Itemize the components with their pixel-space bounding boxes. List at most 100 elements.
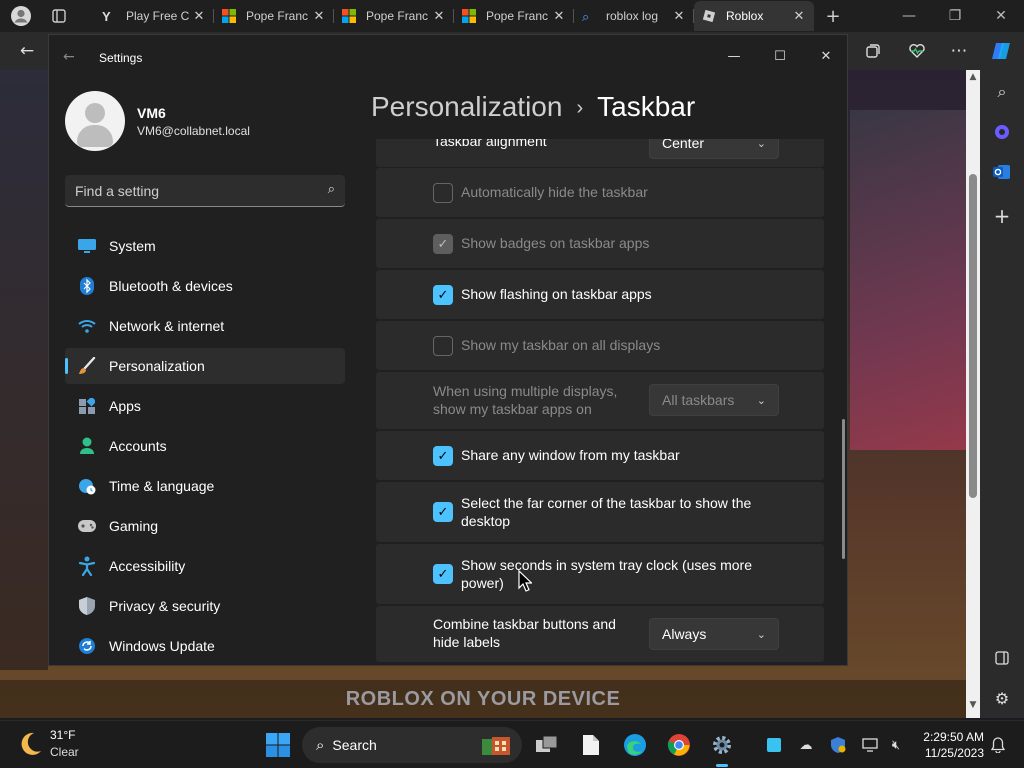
scroll-up-icon[interactable]: ▲ (966, 72, 980, 82)
nav-item-time-language[interactable]: Time & language (65, 468, 345, 504)
back-icon[interactable]: ← (12, 36, 42, 66)
nav-item-privacy[interactable]: Privacy & security (65, 588, 345, 624)
all-displays-checkbox[interactable] (433, 336, 453, 356)
browser-tab[interactable]: Pope Franc ✕ (454, 1, 574, 31)
outlook-icon[interactable] (988, 158, 1016, 186)
page-scrollbar-thumb[interactable] (969, 174, 977, 498)
settings-search[interactable]: ⌕ (65, 175, 345, 207)
back-arrow-icon[interactable]: ← (63, 49, 75, 65)
combine-dropdown[interactable]: Always ⌄ (649, 618, 779, 650)
search-highlight-icon (478, 733, 514, 760)
share-window-checkbox[interactable]: ✓ (433, 446, 453, 466)
search-icon[interactable]: ⌕ (328, 182, 335, 197)
close-tab-icon[interactable]: ✕ (432, 8, 446, 24)
copilot-sidebar-icon[interactable] (988, 118, 1016, 146)
browser-maximize-icon[interactable]: ❐ (932, 0, 978, 32)
search-input[interactable] (75, 175, 305, 206)
y-icon: Y (102, 9, 111, 24)
mouse-cursor-icon (518, 570, 532, 592)
sidebar-toggle-icon[interactable] (988, 644, 1016, 672)
nav-item-bluetooth[interactable]: Bluetooth & devices (65, 268, 345, 304)
page-artwork (850, 110, 966, 450)
collections-icon[interactable] (858, 36, 888, 66)
breadcrumb-parent[interactable]: Personalization (371, 91, 562, 122)
badges-checkbox[interactable]: ✓ (433, 234, 453, 254)
browser-tab[interactable]: Pope Franc ✕ (334, 1, 454, 31)
nav-item-accessibility[interactable]: Accessibility (65, 548, 345, 584)
flashing-checkbox[interactable]: ✓ (433, 285, 453, 305)
taskbar-search[interactable]: ⌕ Search (302, 727, 522, 763)
weather-desc: Clear (50, 745, 79, 759)
browser-tab-active[interactable]: Roblox ✕ (694, 1, 814, 31)
setting-label: When using multiple displays, show my tas… (433, 383, 618, 417)
gear-icon[interactable]: ⚙ (988, 684, 1016, 712)
defender-icon[interactable] (828, 735, 848, 755)
user-profile[interactable]: VM6 VM6@collabnet.local (65, 91, 365, 153)
edge-icon[interactable] (619, 729, 651, 761)
gamepad-icon (77, 516, 97, 536)
settings-taskbar-icon[interactable] (706, 729, 738, 767)
file-icon[interactable] (575, 729, 607, 761)
browser-tab[interactable]: ⌕ roblox log ✕ (574, 1, 694, 31)
close-tab-icon[interactable]: ✕ (552, 8, 566, 24)
display-icon[interactable] (860, 735, 880, 755)
tab-title: Pope Franc (246, 9, 309, 23)
more-icon[interactable]: ⋯ (944, 36, 974, 66)
setting-label: Show my taskbar on all displays (461, 337, 661, 353)
close-icon[interactable]: ✕ (803, 41, 849, 71)
close-tab-icon[interactable]: ✕ (672, 8, 686, 24)
accessibility-icon (77, 556, 97, 576)
browser-tab[interactable]: Pope Franc ✕ (214, 1, 334, 31)
tab-title: Roblox (726, 9, 764, 23)
page-footer-text: ROBLOX ON YOUR DEVICE (345, 687, 621, 710)
system-clock[interactable]: 2:29:50 AM 11/25/2023 (912, 729, 984, 761)
close-tab-icon[interactable]: ✕ (312, 8, 326, 24)
chrome-icon[interactable] (663, 729, 695, 761)
close-tab-icon[interactable]: ✕ (792, 8, 806, 24)
nav-item-windows-update[interactable]: Windows Update (65, 628, 345, 664)
close-tab-icon[interactable]: ✕ (192, 8, 206, 24)
avatar (65, 91, 125, 151)
nav-item-accounts[interactable]: Accounts (65, 428, 345, 464)
nav-item-personalization[interactable]: Personalization (65, 348, 345, 384)
notification-bell-icon[interactable] (988, 735, 1008, 755)
setting-label: Select the far corner of the taskbar to … (461, 495, 752, 529)
nav-item-network[interactable]: Network & internet (65, 308, 345, 344)
bluetooth-icon (77, 276, 97, 296)
alignment-dropdown[interactable]: Center ⌄ (649, 139, 779, 159)
auto-hide-checkbox[interactable] (433, 183, 453, 203)
settings-window: ← Settings — ☐ ✕ VM6 VM6@collabnet.local… (48, 34, 848, 666)
nav-item-apps[interactable]: Apps (65, 388, 345, 424)
minimize-icon[interactable]: — (711, 41, 757, 71)
browser-minimize-icon[interactable]: — (886, 0, 932, 32)
tab-actions-icon[interactable] (44, 1, 74, 31)
setting-label: Combine taskbar buttons and hide labels (433, 616, 616, 650)
setting-label: Show flashing on taskbar apps (461, 286, 652, 302)
nav-item-system[interactable]: System (65, 228, 345, 264)
volume-mute-icon[interactable]: 🔇︎ (886, 735, 906, 755)
start-icon[interactable] (262, 729, 294, 761)
add-icon[interactable]: + (988, 202, 1016, 230)
maximize-icon[interactable]: ☐ (757, 41, 803, 71)
cube-icon[interactable] (764, 735, 784, 755)
copilot-icon[interactable] (986, 36, 1016, 66)
profile-icon[interactable] (6, 1, 36, 31)
browser-close-icon[interactable]: ✕ (978, 0, 1024, 32)
cloud-off-icon[interactable]: ☁ (796, 735, 816, 755)
globe-clock-icon (77, 476, 97, 496)
page-scrollbar[interactable]: ▲ ▼ (966, 70, 980, 718)
task-view-icon[interactable] (531, 729, 563, 761)
new-tab-icon[interactable]: + (818, 1, 848, 31)
far-corner-checkbox[interactable]: ✓ (433, 502, 453, 522)
scroll-down-icon[interactable]: ▼ (966, 700, 980, 710)
health-icon[interactable] (902, 36, 932, 66)
show-seconds-checkbox[interactable]: ✓ (433, 564, 453, 584)
microsoft-icon (222, 9, 236, 23)
content-scrollbar[interactable] (842, 419, 845, 559)
microsoft-icon (342, 9, 356, 23)
search-icon[interactable]: ⌕ (988, 78, 1016, 106)
browser-tab[interactable]: Y Play Free C ✕ (94, 1, 214, 31)
nav-item-gaming[interactable]: Gaming (65, 508, 345, 544)
setting-row-combine: Combine taskbar buttons and hide labels A… (376, 606, 824, 662)
multi-display-dropdown[interactable]: All taskbars ⌄ (649, 384, 779, 416)
